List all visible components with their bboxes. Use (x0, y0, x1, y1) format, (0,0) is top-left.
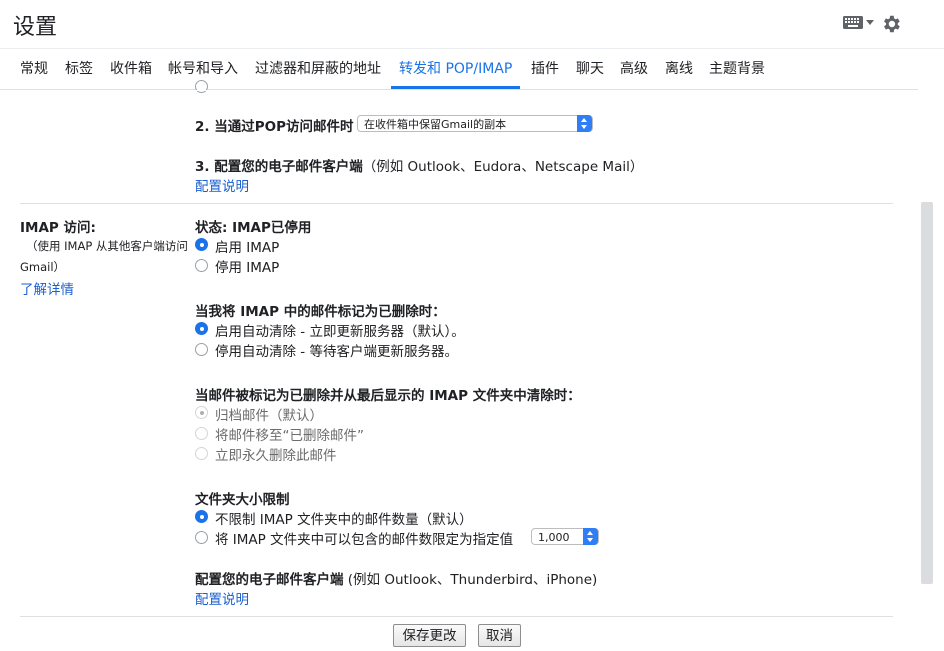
archive-radio[interactable] (195, 406, 208, 419)
select-arrows-icon (577, 115, 592, 132)
divider (20, 203, 893, 204)
chevron-down-icon[interactable] (866, 20, 874, 25)
imap-config-link[interactable]: 配置说明 (195, 588, 249, 608)
tab-inbox[interactable]: 收件箱 (110, 49, 152, 88)
limit-value: 1,000 (538, 531, 570, 544)
imap-client-config: 配置您的电子邮件客户端 (例如 Outlook、Thunderbird、iPho… (195, 568, 597, 588)
no-limit-radio[interactable] (195, 510, 208, 523)
imap-learn-more-link[interactable]: 了解详情 (20, 278, 74, 298)
move-trash-radio[interactable] (195, 427, 208, 440)
limit-label[interactable]: 将 IMAP 文件夹中可以包含的邮件数限定为指定值 (215, 528, 513, 548)
scrollbar-thumb[interactable] (921, 202, 933, 584)
imap-disable-label[interactable]: 停用 IMAP (215, 256, 279, 276)
imap-section-title: IMAP 访问: (20, 220, 96, 236)
pop-config-link[interactable]: 配置说明 (195, 175, 249, 195)
pop-step3-suffix: （例如 Outlook、Eudora、Netscape Mail） (362, 159, 644, 175)
pop-step3-label: 3. 配置您的电子邮件客户端 (195, 159, 363, 175)
pop-step3: 3. 配置您的电子邮件客户端（例如 Outlook、Eudora、Netscap… (195, 155, 643, 175)
settings-tabs: 常规 标签 收件箱 帐号和导入 过滤器和屏蔽的地址 转发和 POP/IMAP 插… (0, 49, 918, 90)
tab-forwarding-pop-imap[interactable]: 转发和 POP/IMAP (391, 49, 521, 89)
auto-expunge-on-label[interactable]: 启用自动清除 - 立即更新服务器（默认）。 (215, 320, 465, 340)
auto-expunge-on-radio[interactable] (195, 322, 208, 335)
imap-status: 状态: IMAP已停用 (195, 220, 312, 236)
auto-expunge-off-label[interactable]: 停用自动清除 - 等待客户端更新服务器。 (215, 340, 458, 360)
keyboard-icon[interactable] (843, 16, 863, 29)
move-trash-label[interactable]: 将邮件移至“已删除邮件” (215, 424, 364, 444)
imap-disable-radio[interactable] (195, 259, 208, 272)
settings-header: 设置 (0, 0, 944, 49)
tab-general[interactable]: 常规 (20, 49, 48, 88)
no-limit-label[interactable]: 不限制 IMAP 文件夹中的邮件数量（默认） (215, 508, 473, 528)
imap-section-desc-2: Gmail） (20, 260, 66, 274)
delete-forever-label[interactable]: 立即永久删除此邮件 (215, 444, 337, 464)
tab-labels[interactable]: 标签 (65, 49, 93, 88)
pop-step2-label: 2. 当通过POP访问邮件时 (195, 119, 354, 135)
save-button[interactable]: 保存更改 (393, 624, 466, 647)
imap-deleted-heading: 当我将 IMAP 中的邮件标记为已删除时： (195, 304, 446, 320)
imap-enable-label[interactable]: 启用 IMAP (215, 236, 279, 256)
delete-forever-radio[interactable] (195, 447, 208, 460)
limit-radio[interactable] (195, 531, 208, 544)
imap-enable-radio[interactable] (195, 238, 208, 251)
pop-action-select[interactable]: 在收件箱中保留Gmail的副本 (357, 115, 593, 132)
cancel-button[interactable]: 取消 (478, 624, 521, 647)
imap-expunge-heading: 当邮件被标记为已删除并从最后显示的 IMAP 文件夹中清除时： (195, 388, 581, 404)
limit-value-select[interactable]: 1,000 (531, 528, 599, 545)
tab-themes[interactable]: 主题背景 (709, 49, 765, 88)
gear-icon[interactable] (880, 13, 902, 35)
imap-section-desc-1: （使用 IMAP 从其他客户端访问 (26, 239, 188, 253)
divider (20, 616, 893, 617)
radio-partial[interactable] (195, 80, 208, 93)
folder-size-heading: 文件夹大小限制 (195, 492, 290, 508)
tab-filters[interactable]: 过滤器和屏蔽的地址 (255, 49, 381, 88)
tabs-bottom-mask (0, 90, 918, 91)
auto-expunge-off-radio[interactable] (195, 343, 208, 356)
tab-advanced[interactable]: 高级 (620, 49, 648, 88)
page-title: 设置 (13, 15, 58, 40)
imap-client-suffix: (例如 Outlook、Thunderbird、iPhone) (343, 572, 598, 588)
tab-chat[interactable]: 聊天 (576, 49, 604, 88)
tab-addons[interactable]: 插件 (531, 49, 559, 88)
imap-client-label: 配置您的电子邮件客户端 (195, 572, 344, 588)
select-arrows-icon (583, 528, 598, 545)
archive-label[interactable]: 归档邮件（默认） (215, 404, 323, 424)
pop-action-select-value: 在收件箱中保留Gmail的副本 (364, 118, 507, 131)
tab-offline[interactable]: 离线 (665, 49, 693, 88)
